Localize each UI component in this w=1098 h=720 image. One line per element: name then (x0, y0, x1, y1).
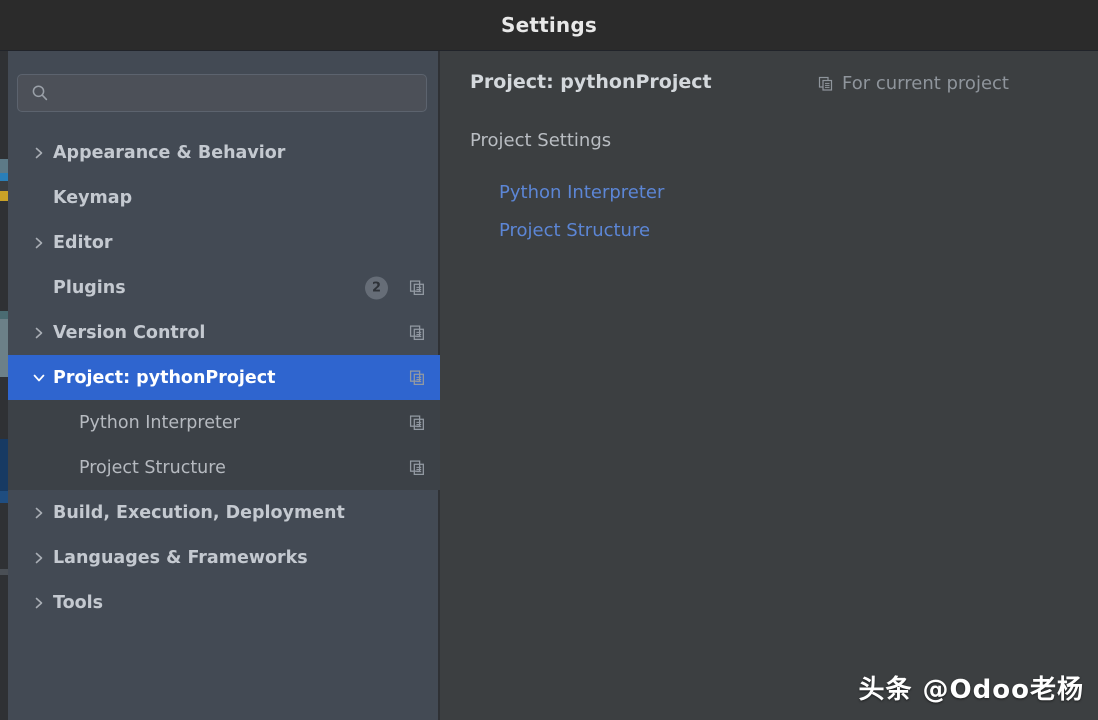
copy-icon[interactable] (409, 279, 426, 296)
copy-icon[interactable] (409, 414, 426, 431)
search-input[interactable] (58, 75, 418, 111)
sidebar-item-python-interpreter[interactable]: Python Interpreter (8, 400, 440, 445)
copy-icon (818, 76, 834, 92)
content-page-title: Project: pythonProject (470, 71, 712, 93)
sidebar-item-label: Build, Execution, Deployment (53, 502, 345, 523)
chevron-down-icon[interactable] (28, 355, 50, 400)
scope-indicator: For current project (818, 73, 1009, 94)
search-box[interactable] (17, 74, 427, 112)
copy-icon[interactable] (409, 324, 426, 341)
sidebar-item-label: Tools (53, 592, 104, 613)
chevron-right-icon[interactable] (28, 535, 50, 580)
content-link-project-structure[interactable]: Project Structure (499, 212, 664, 250)
edge-strip-segment (0, 173, 8, 181)
search-icon (31, 84, 49, 102)
edge-strip-segment (0, 575, 8, 605)
project-settings-links: Python Interpreter Project Structure (499, 174, 664, 250)
sidebar-item-build-execution-deployment[interactable]: Build, Execution, Deployment (8, 490, 440, 535)
search-field-wrapper (17, 74, 427, 112)
sidebar-item-label: Languages & Frameworks (53, 547, 308, 568)
sidebar-item-label: Project Structure (79, 457, 226, 478)
edge-strip-segment (0, 377, 8, 439)
sidebar-item-editor[interactable]: Editor (8, 220, 440, 265)
chevron-right-icon[interactable] (28, 580, 50, 625)
watermark-text: 头条 @Odoo老杨 (858, 675, 1084, 705)
sidebar-item-keymap[interactable]: Keymap (8, 175, 440, 220)
sidebar-item-label: Plugins (53, 277, 126, 298)
chevron-right-icon[interactable] (28, 310, 50, 355)
settings-dialog: Settings Appearance & Behavior Keymap Edit… (0, 0, 1098, 720)
chevron-right-icon[interactable] (28, 490, 50, 535)
edge-strip-segment (0, 605, 8, 720)
chevron-right-icon[interactable] (28, 220, 50, 265)
edge-strip-segment (0, 503, 8, 569)
sidebar-item-label: Version Control (53, 322, 206, 343)
background-window-edge-strip (0, 51, 8, 720)
edge-strip-segment (0, 319, 8, 377)
sidebar-item-label: Project: pythonProject (53, 367, 276, 388)
settings-content-panel: Project: pythonProject For current proje… (442, 51, 1098, 720)
sidebar-item-appearance-behavior[interactable]: Appearance & Behavior (8, 130, 440, 175)
copy-icon[interactable] (409, 369, 426, 386)
edge-strip-segment (0, 201, 8, 311)
sidebar-item-tools[interactable]: Tools (8, 580, 440, 625)
edge-strip-segment (0, 491, 8, 503)
sidebar-item-languages-frameworks[interactable]: Languages & Frameworks (8, 535, 440, 580)
project-settings-heading: Project Settings (470, 130, 612, 151)
edge-strip-segment (0, 191, 8, 201)
dialog-titlebar: Settings (0, 0, 1098, 51)
copy-icon[interactable] (409, 459, 426, 476)
sidebar-item-project-pythonproject[interactable]: Project: pythonProject (8, 355, 440, 400)
sidebar-item-version-control[interactable]: Version Control (8, 310, 440, 355)
sidebar-item-label: Python Interpreter (79, 412, 240, 433)
sidebar-item-badge: 2 (365, 276, 388, 299)
edge-strip-segment (0, 51, 8, 159)
edge-strip-segment (0, 311, 8, 319)
settings-tree: Appearance & Behavior Keymap Editor Plugins… (8, 130, 440, 625)
settings-sidebar: Appearance & Behavior Keymap Editor Plugins… (8, 51, 440, 720)
sidebar-item-label: Editor (53, 232, 113, 253)
sidebar-item-label: Appearance & Behavior (53, 142, 286, 163)
edge-strip-segment (0, 159, 8, 173)
edge-strip-segment (0, 439, 8, 491)
dialog-title: Settings (500, 13, 597, 37)
content-link-python-interpreter[interactable]: Python Interpreter (499, 174, 664, 212)
edge-strip-segment (0, 181, 8, 191)
sidebar-item-label: Keymap (53, 187, 133, 208)
chevron-right-icon[interactable] (28, 130, 50, 175)
sidebar-item-project-structure[interactable]: Project Structure (8, 445, 440, 490)
sidebar-item-plugins[interactable]: Plugins 2 (8, 265, 440, 310)
scope-label: For current project (842, 73, 1009, 94)
